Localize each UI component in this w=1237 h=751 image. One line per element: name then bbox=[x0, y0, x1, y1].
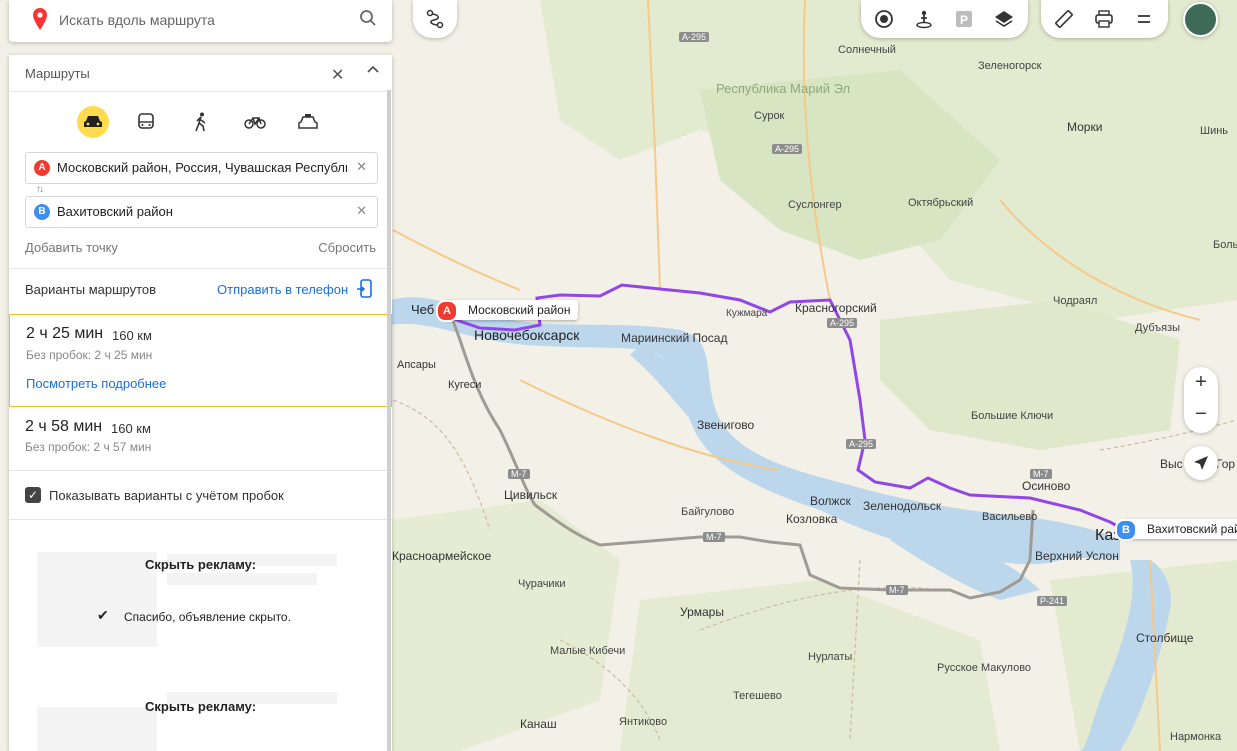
route-icon bbox=[426, 9, 444, 29]
point-a-badge: A bbox=[34, 160, 50, 176]
point-b-field[interactable]: B Вахитовский район ✕ bbox=[25, 196, 378, 228]
svg-text:P: P bbox=[960, 13, 968, 27]
bike-mode-button[interactable] bbox=[239, 106, 271, 138]
divider bbox=[9, 268, 392, 269]
hide-ad-title: Скрыть рекламу: bbox=[145, 557, 257, 572]
point-a-field[interactable]: A Московский район, Россия, Чувашская Ре… bbox=[25, 152, 378, 184]
route-time: 2 ч 58 мин bbox=[25, 418, 103, 435]
close-icon[interactable]: ✕ bbox=[331, 65, 344, 85]
divider bbox=[9, 519, 392, 520]
chevron-up-icon[interactable] bbox=[366, 63, 380, 82]
routes-title: Маршруты bbox=[25, 66, 90, 81]
ad-placeholder bbox=[167, 573, 317, 585]
point-b-value[interactable]: Вахитовский район bbox=[57, 204, 347, 219]
phone-icon[interactable] bbox=[357, 279, 373, 304]
bus-mode-button[interactable] bbox=[130, 106, 162, 138]
zoom-out-button[interactable]: − bbox=[1184, 403, 1218, 426]
clear-point-b-icon[interactable]: ✕ bbox=[356, 203, 367, 219]
swap-points-icon[interactable]: ↑↓ bbox=[36, 184, 44, 195]
traffic-layer-icon[interactable] bbox=[873, 8, 895, 30]
zoom-in-button[interactable]: + bbox=[1184, 371, 1218, 394]
scrollbar[interactable] bbox=[387, 90, 391, 751]
map-layers-icon[interactable] bbox=[993, 8, 1015, 30]
layers-toolbar: P bbox=[861, 0, 1028, 38]
location-arrow-icon bbox=[1194, 456, 1208, 470]
route-option-2[interactable]: 2 ч 58 мин 160 км Без пробок: 2 ч 57 мин bbox=[9, 407, 392, 469]
car-icon bbox=[84, 116, 102, 127]
transport-modes bbox=[9, 103, 392, 143]
parking-icon[interactable]: P bbox=[953, 8, 975, 30]
route-time: 2 ч 25 мин bbox=[26, 325, 104, 342]
route-no-traffic: Без пробок: 2 ч 57 мин bbox=[25, 440, 152, 454]
route-option-1[interactable]: 2 ч 25 мин 160 км Без пробок: 2 ч 25 мин… bbox=[9, 314, 392, 407]
taxi-icon bbox=[298, 114, 318, 129]
check-icon: ✔ bbox=[97, 607, 109, 623]
tools-toolbar bbox=[1041, 0, 1168, 38]
search-icon[interactable] bbox=[359, 9, 377, 32]
avatar[interactable] bbox=[1183, 2, 1218, 37]
bicycle-icon bbox=[244, 117, 266, 129]
routes-header: Маршруты ✕ bbox=[9, 55, 392, 92]
reset-link[interactable]: Сбросить bbox=[318, 240, 376, 255]
zoom-control: + − bbox=[1184, 367, 1218, 433]
pin-a-badge: A bbox=[436, 300, 458, 322]
pin-b-badge: B bbox=[1115, 519, 1137, 541]
route-details-link[interactable]: Посмотреть подробнее bbox=[26, 376, 166, 391]
search-input[interactable] bbox=[57, 8, 351, 32]
map-pin-a-label: Московский район bbox=[444, 300, 579, 320]
search-bar bbox=[9, 0, 392, 42]
ruler-icon[interactable] bbox=[1053, 8, 1075, 30]
route-distance: 160 км bbox=[112, 328, 152, 343]
point-a-value[interactable]: Московский район, Россия, Чувашская Респ… bbox=[57, 160, 347, 175]
walk-mode-button[interactable] bbox=[185, 106, 217, 138]
panorama-icon[interactable] bbox=[913, 8, 935, 30]
point-b-badge: B bbox=[34, 204, 50, 220]
traffic-checkbox-label[interactable]: Показывать варианты с учётом пробок bbox=[49, 488, 284, 503]
map-pin-b-label: Вахитовский район bbox=[1123, 519, 1237, 539]
car-mode-button[interactable] bbox=[77, 106, 109, 138]
ad-placeholder bbox=[37, 552, 157, 647]
taxi-mode-button[interactable] bbox=[292, 106, 324, 138]
divider bbox=[9, 470, 392, 471]
print-icon[interactable] bbox=[1093, 8, 1115, 30]
clear-point-a-icon[interactable]: ✕ bbox=[356, 159, 367, 175]
traffic-checkbox[interactable]: ✓ bbox=[25, 487, 41, 503]
pedestrian-icon bbox=[195, 112, 206, 132]
route-no-traffic: Без пробок: 2 ч 25 мин bbox=[26, 348, 153, 362]
my-location-button[interactable] bbox=[1184, 446, 1218, 480]
route-tool-button[interactable] bbox=[413, 0, 457, 38]
route-variants-label: Варианты маршрутов bbox=[25, 282, 157, 297]
yandex-maps-pin-icon[interactable] bbox=[33, 8, 47, 35]
add-point-link[interactable]: Добавить точку bbox=[25, 240, 118, 255]
route-distance: 160 км bbox=[111, 421, 151, 436]
hide-ad-title: Скрыть рекламу: bbox=[145, 699, 257, 714]
menu-icon[interactable] bbox=[1133, 8, 1155, 30]
ad-placeholder bbox=[37, 707, 157, 751]
ad-hidden-message: Спасибо, объявление скрыто. bbox=[124, 610, 291, 624]
routes-panel: Маршруты ✕ A Московский район, Россия, Ч… bbox=[9, 55, 392, 751]
bus-icon bbox=[138, 113, 154, 129]
send-to-phone-link[interactable]: Отправить в телефон bbox=[217, 282, 348, 297]
